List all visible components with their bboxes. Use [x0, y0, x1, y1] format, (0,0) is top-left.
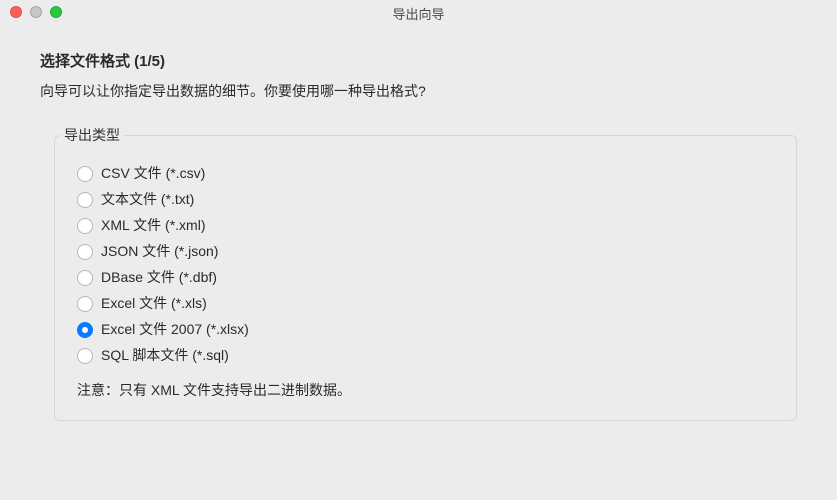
export-type-option-label: Excel 文件 2007 (*.xlsx): [101, 319, 249, 340]
step-title: 选择文件格式 (1/5): [40, 50, 797, 71]
step-description: 向导可以让你指定导出数据的细节。你要使用哪一种导出格式?: [40, 81, 797, 101]
export-type-option[interactable]: CSV 文件 (*.csv): [77, 163, 774, 184]
wizard-content: 选择文件格式 (1/5) 向导可以让你指定导出数据的细节。你要使用哪一种导出格式…: [0, 26, 837, 421]
export-type-option-label: JSON 文件 (*.json): [101, 241, 218, 262]
window-zoom-button[interactable]: [50, 6, 62, 18]
export-type-option[interactable]: DBase 文件 (*.dbf): [77, 267, 774, 288]
radio-icon[interactable]: [77, 348, 93, 364]
export-type-option-label: CSV 文件 (*.csv): [101, 163, 205, 184]
export-type-group: CSV 文件 (*.csv) 文本文件 (*.txt) XML 文件 (*.xml)…: [54, 135, 797, 421]
export-type-option-label: XML 文件 (*.xml): [101, 215, 205, 236]
window-title: 导出向导: [392, 4, 444, 23]
export-type-legend: 导出类型: [60, 125, 124, 145]
radio-icon[interactable]: [77, 296, 93, 312]
radio-icon[interactable]: [77, 166, 93, 182]
export-type-fieldset: 导出类型 CSV 文件 (*.csv) 文本文件 (*.txt) XML 文件 (*…: [54, 115, 797, 421]
export-type-option[interactable]: Excel 文件 2007 (*.xlsx): [77, 319, 774, 340]
export-type-option[interactable]: Excel 文件 (*.xls): [77, 293, 774, 314]
window-titlebar: 导出向导: [0, 0, 837, 26]
export-type-option-label: 文本文件 (*.txt): [101, 189, 194, 210]
export-type-option-label: SQL 脚本文件 (*.sql): [101, 345, 229, 366]
export-type-option[interactable]: XML 文件 (*.xml): [77, 215, 774, 236]
window-close-button[interactable]: [10, 6, 22, 18]
radio-icon[interactable]: [77, 270, 93, 286]
export-type-option[interactable]: 文本文件 (*.txt): [77, 189, 774, 210]
export-type-option[interactable]: SQL 脚本文件 (*.sql): [77, 345, 774, 366]
export-type-option-label: DBase 文件 (*.dbf): [101, 267, 217, 288]
window-minimize-button[interactable]: [30, 6, 42, 18]
export-note: 注意：只有 XML 文件支持导出二进制数据。: [77, 380, 774, 400]
export-type-option[interactable]: JSON 文件 (*.json): [77, 241, 774, 262]
window-controls: [10, 6, 62, 18]
export-type-option-label: Excel 文件 (*.xls): [101, 293, 207, 314]
radio-icon[interactable]: [77, 192, 93, 208]
radio-icon[interactable]: [77, 322, 93, 338]
radio-icon[interactable]: [77, 244, 93, 260]
radio-icon[interactable]: [77, 218, 93, 234]
